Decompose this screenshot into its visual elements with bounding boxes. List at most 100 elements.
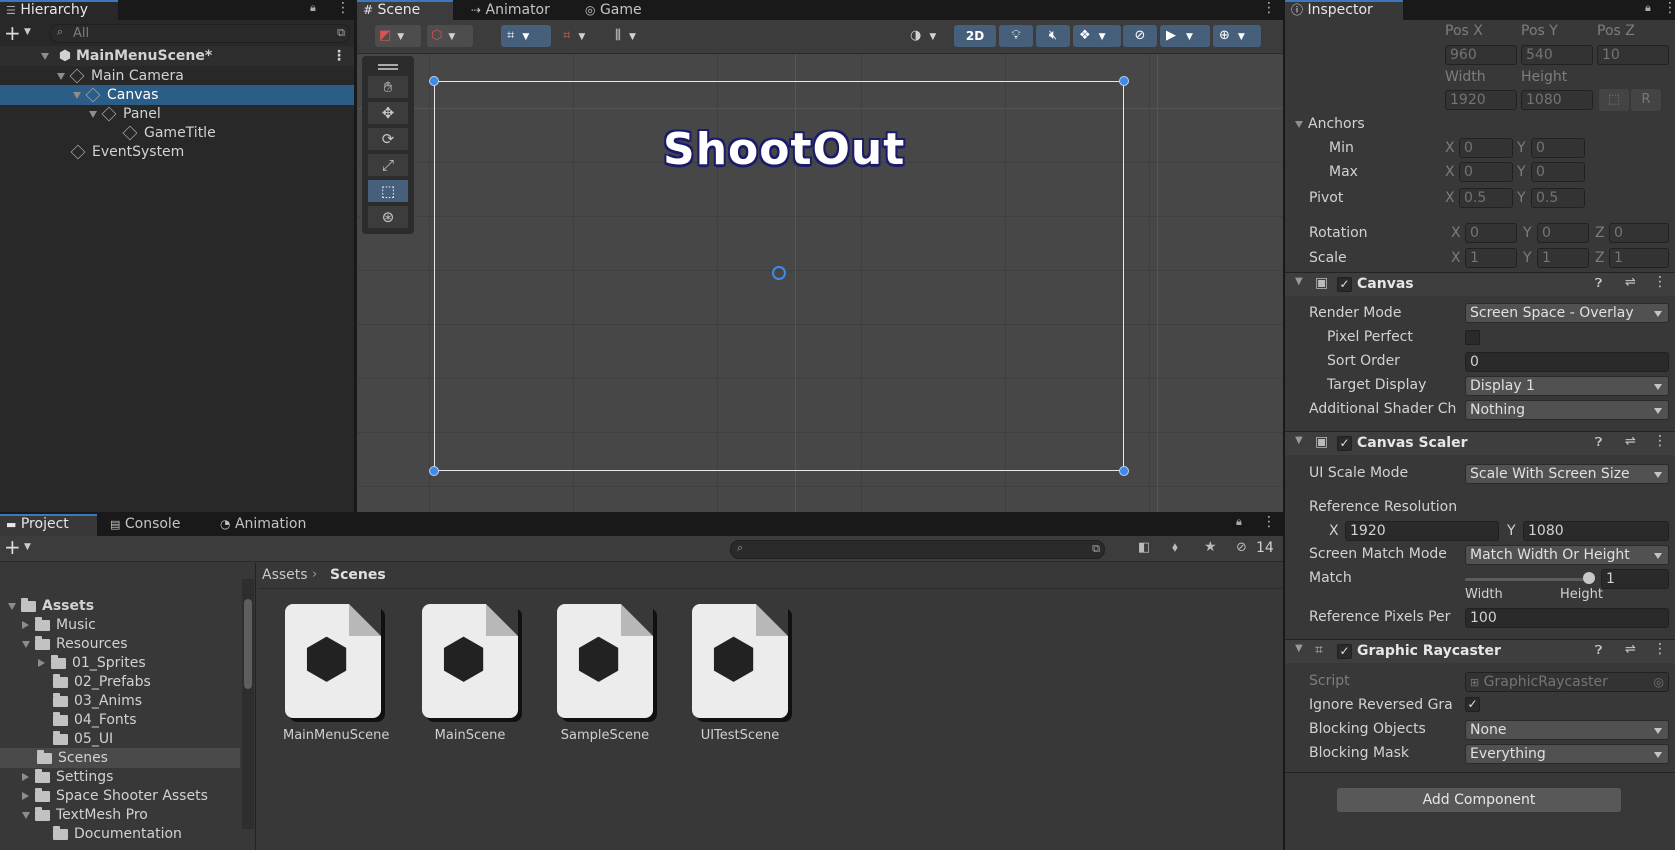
rotation-x-field[interactable]: 0 xyxy=(1465,223,1517,243)
rotation-y-field[interactable]: 0 xyxy=(1537,223,1589,243)
help-icon[interactable]: ❓︎ xyxy=(1595,435,1602,450)
chevron-down-icon[interactable]: ▼ xyxy=(24,542,31,552)
hierarchy-item-canvas[interactable]: Canvas xyxy=(0,85,354,105)
kebab-menu-icon[interactable]: ⋮ xyxy=(1653,274,1667,290)
grid-snap-button[interactable]: ⌗ ▼ xyxy=(501,25,551,47)
hierarchy-item-scene[interactable]: ⬢ MainMenuScene* ⋮ xyxy=(0,46,354,66)
anchor-max-y-field[interactable]: 0 xyxy=(1531,162,1585,182)
effects-button[interactable]: ❖ ▼ xyxy=(1073,25,1121,47)
hierarchy-item-panel[interactable]: Panel xyxy=(0,104,354,124)
hierarchy-item-gametitle[interactable]: GameTitle xyxy=(0,123,354,143)
anchor-min-x-field[interactable]: 0 xyxy=(1459,138,1513,158)
search-filter-icon[interactable]: ⧉ xyxy=(1092,542,1100,556)
rect-handle-top-left[interactable] xyxy=(429,76,439,86)
game-title-text[interactable]: ShootOut xyxy=(663,124,904,175)
expand-arrow-icon[interactable] xyxy=(8,602,16,610)
expand-arrow-icon[interactable] xyxy=(41,52,49,60)
collapse-arrow-icon[interactable] xyxy=(22,621,29,629)
hierarchy-item-eventsystem[interactable]: EventSystem xyxy=(0,142,354,162)
raycaster-enabled-checkbox[interactable]: ✓ xyxy=(1337,644,1352,659)
tree-item-settings[interactable]: Settings xyxy=(0,767,240,787)
tree-item-documentation[interactable]: Documentation xyxy=(0,824,240,844)
tree-item-fonts[interactable]: 04_Fonts xyxy=(0,710,240,730)
hidden-eye-icon[interactable]: ⊘ xyxy=(1236,540,1247,555)
canvas-component-header[interactable]: ▼ ▣ ✓ Canvas ❓︎ ⇌ ⋮ xyxy=(1285,272,1675,296)
shader-channels-dropdown[interactable]: Nothing xyxy=(1465,400,1669,420)
kebab-menu-icon[interactable]: ⋮ xyxy=(332,46,346,66)
gizmo-orientation-button[interactable]: ⬡ ▼ xyxy=(427,25,473,47)
preset-icon[interactable]: ⇌ xyxy=(1625,434,1636,449)
label-tag-icon[interactable]: ⬧ xyxy=(1172,540,1178,555)
blocking-objects-dropdown[interactable]: None xyxy=(1465,720,1669,740)
mode-2d-button[interactable]: 2D xyxy=(954,25,996,47)
kebab-menu-icon[interactable]: ⋮ xyxy=(1653,641,1667,657)
kebab-menu-icon[interactable]: ⋮ xyxy=(1262,514,1276,530)
camera-button[interactable]: ▶ ▼ xyxy=(1160,25,1210,47)
foldout-arrow-icon[interactable]: ▼ xyxy=(1295,643,1303,654)
increment-snap-button[interactable]: ⌗ ▼ xyxy=(557,25,603,47)
object-picker-icon[interactable]: ◎ xyxy=(1654,673,1664,691)
lighting-button[interactable]: 💡︎ xyxy=(999,25,1033,47)
tree-item-textmesh[interactable]: TextMesh Pro xyxy=(0,805,240,825)
star-icon[interactable]: ★ xyxy=(1204,539,1217,555)
anchor-max-x-field[interactable]: 0 xyxy=(1459,162,1513,182)
tab-scene[interactable]: # Scene xyxy=(357,0,453,20)
scene-shading-button[interactable]: ◑ ▼ xyxy=(904,25,952,47)
lock-icon[interactable]: 🔒︎ xyxy=(1645,1,1651,15)
tree-item-scenes[interactable]: Scenes xyxy=(0,748,240,768)
raw-edit-button[interactable]: R xyxy=(1631,89,1661,111)
canvas-scaler-enabled-checkbox[interactable]: ✓ xyxy=(1337,436,1352,451)
lock-icon[interactable]: 🔒︎ xyxy=(1236,515,1242,529)
audio-button[interactable]: 🔇︎ xyxy=(1036,25,1070,47)
match-slider-track[interactable] xyxy=(1465,578,1589,581)
rect-handle-bottom-right[interactable] xyxy=(1119,466,1129,476)
blueprint-mode-button[interactable]: ⬚ xyxy=(1599,89,1629,111)
tree-item-music[interactable]: Music xyxy=(0,615,240,635)
tab-console[interactable]: ▤ Console xyxy=(104,514,200,534)
collapse-arrow-icon[interactable] xyxy=(38,659,45,667)
sort-order-field[interactable]: 0 xyxy=(1465,352,1669,372)
pos-z-field[interactable]: 10 xyxy=(1597,45,1669,65)
script-field[interactable]: ⊞ GraphicRaycaster ◎ xyxy=(1465,672,1669,692)
chevron-down-icon[interactable]: ▼ xyxy=(24,27,31,37)
rotation-z-field[interactable]: 0 xyxy=(1609,223,1669,243)
match-slider-handle[interactable] xyxy=(1583,572,1595,584)
project-search-input[interactable]: ⌕ ⧉ xyxy=(730,540,1105,559)
match-value-field[interactable]: 1 xyxy=(1601,569,1669,589)
tab-hierarchy[interactable]: ☰ Hierarchy xyxy=(0,0,118,20)
kebab-menu-icon[interactable]: ⋮ xyxy=(336,0,350,16)
canvas-enabled-checkbox[interactable]: ✓ xyxy=(1337,277,1352,292)
width-field[interactable]: 1920 xyxy=(1445,90,1517,110)
expand-arrow-icon[interactable] xyxy=(73,91,81,99)
expand-arrow-icon[interactable] xyxy=(89,110,97,118)
transform-tool[interactable]: ⊛ xyxy=(368,206,408,228)
height-field[interactable]: 1080 xyxy=(1521,90,1593,110)
foldout-arrow-icon[interactable]: ▼ xyxy=(1295,435,1303,446)
hierarchy-item-main-camera[interactable]: Main Camera xyxy=(0,66,354,86)
preset-icon[interactable]: ⇌ xyxy=(1625,275,1636,290)
gizmos-button[interactable]: ⊕ ▼ xyxy=(1213,25,1261,47)
tree-item-sprites[interactable]: 01_Sprites xyxy=(0,653,240,673)
tab-animator[interactable]: ⇢ Animator xyxy=(465,0,565,20)
pivot-handle[interactable] xyxy=(772,266,786,280)
help-icon[interactable]: ❓︎ xyxy=(1595,643,1602,658)
tab-animation[interactable]: ◔ Animation xyxy=(214,514,324,534)
tab-inspector[interactable]: ⓘ Inspector xyxy=(1285,0,1403,20)
tab-game[interactable]: ◎ Game xyxy=(579,0,669,20)
move-tool[interactable]: ✥ xyxy=(368,102,408,124)
search-input[interactable]: ⌕ All ⧉ xyxy=(50,24,350,43)
kebab-menu-icon[interactable]: ⋮ xyxy=(1663,0,1675,16)
breadcrumb-scenes[interactable]: Scenes xyxy=(330,567,386,583)
target-display-dropdown[interactable]: Display 1 xyxy=(1465,376,1669,396)
add-icon[interactable]: + xyxy=(4,21,21,45)
ignore-reversed-graphics-checkbox[interactable]: ✓ xyxy=(1465,697,1480,712)
tab-project[interactable]: ▬ Project xyxy=(0,514,97,536)
canvas-scaler-header[interactable]: ▼ ▣ ✓ Canvas Scaler ❓︎ ⇌ ⋮ xyxy=(1285,431,1675,455)
scale-tool[interactable]: ⤢ xyxy=(368,154,408,176)
expand-arrow-icon[interactable] xyxy=(22,640,30,648)
reference-resolution-x-field[interactable]: 1920 xyxy=(1345,521,1499,541)
ruler-button[interactable]: ⫼ ▼ xyxy=(609,25,655,47)
help-icon[interactable]: ❓︎ xyxy=(1595,276,1602,291)
search-filter-icon[interactable]: ⧉ xyxy=(337,26,345,40)
preset-icon[interactable]: ⇌ xyxy=(1625,642,1636,657)
